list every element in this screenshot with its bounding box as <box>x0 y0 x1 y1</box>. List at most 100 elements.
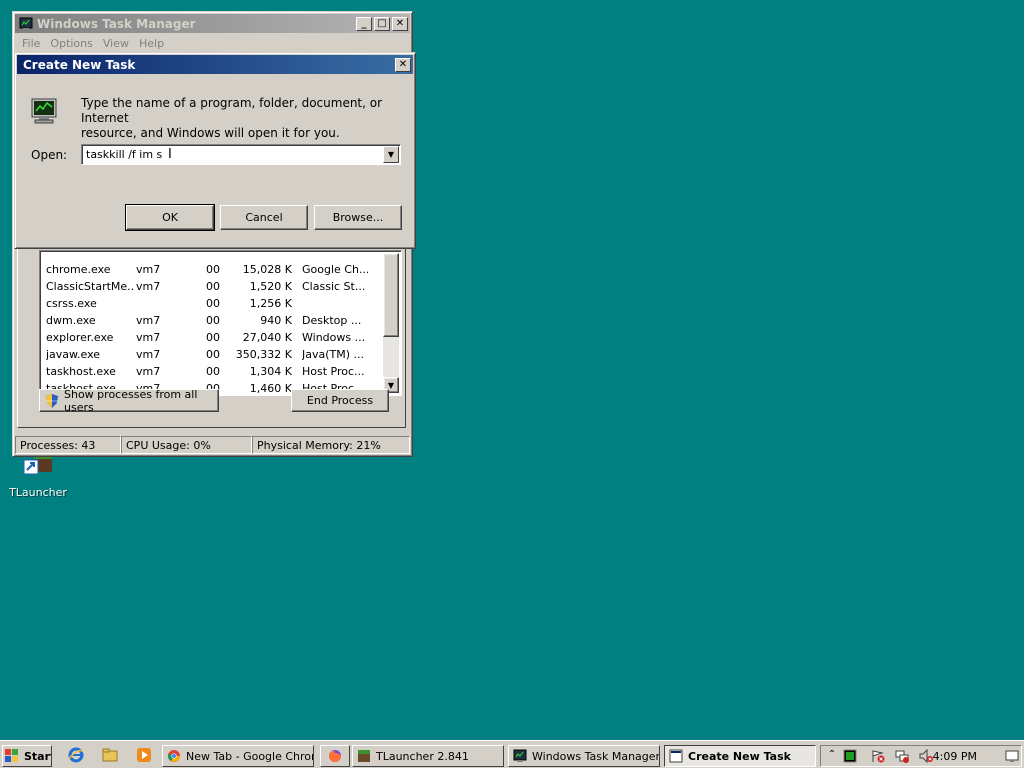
chrome-icon <box>167 749 181 763</box>
process-cpu: 00 <box>206 280 220 293</box>
tray-network-icon[interactable] <box>895 749 909 763</box>
taskbar-button-label: New Tab - Google Chrome <box>186 749 313 763</box>
process-cpu: 00 <box>206 348 220 361</box>
table-row[interactable]: taskhost.exe vm7 00 1,304 K Host Proc... <box>40 363 375 380</box>
process-name: chrome.exe <box>46 263 111 276</box>
table-row[interactable]: javaw.exe vm7 00 350,332 K Java(TM) ... <box>40 346 375 363</box>
process-list[interactable]: chrome.exe vm7 00 15,028 K Google Ch... … <box>39 250 402 396</box>
process-description: Google Ch... <box>302 263 368 276</box>
tray-show-desktop-icon[interactable] <box>1005 749 1019 763</box>
start-button[interactable]: Start <box>2 745 52 767</box>
taskbar-button-label: Windows Task Manager <box>532 749 660 763</box>
dialog-title: Create New Task <box>23 57 136 72</box>
maximize-button[interactable]: □ <box>374 16 390 31</box>
browse-button[interactable]: Browse... <box>314 205 402 230</box>
process-user: vm7 <box>136 314 161 327</box>
create-new-task-dialog[interactable]: Create New Task ✕ Type the name of a pro… <box>14 52 416 249</box>
system-tray: ⌃ 4:09 PM <box>820 745 1022 767</box>
process-list-scrollbar[interactable]: ▼ <box>383 253 399 393</box>
menu-options[interactable]: Options <box>45 37 97 50</box>
cancel-button[interactable]: Cancel <box>220 205 308 230</box>
menu-help[interactable]: Help <box>134 37 169 50</box>
open-combobox[interactable]: taskkill /f im s I ▼ <box>81 144 401 165</box>
process-name: taskhost.exe <box>46 365 116 378</box>
tray-cpu-meter-icon[interactable] <box>843 749 857 763</box>
taskbar-button-label: TLauncher 2.841 <box>376 749 469 763</box>
task-manager-icon <box>19 17 33 31</box>
end-process-label: End Process <box>306 394 374 407</box>
open-dropdown-arrow-icon[interactable]: ▼ <box>383 146 399 163</box>
process-cpu: 00 <box>206 331 220 344</box>
table-row[interactable]: explorer.exe vm7 00 27,040 K Windows ... <box>40 329 375 346</box>
table-row[interactable]: chrome.exe vm7 00 15,028 K Google Ch... <box>40 261 375 278</box>
tray-expand-icon[interactable]: ⌃ <box>825 749 839 763</box>
process-name: ClassicStartMe... <box>46 280 134 293</box>
process-memory: 940 K <box>260 314 292 327</box>
process-user: vm7 <box>136 331 161 344</box>
process-memory: 1,460 K <box>249 382 292 394</box>
media-player-icon[interactable] <box>136 747 152 763</box>
menu-file[interactable]: File <box>17 37 45 50</box>
internet-explorer-icon[interactable] <box>68 747 84 763</box>
task-manager-icon <box>513 749 527 763</box>
taskbar-button-firefox[interactable] <box>320 745 350 767</box>
taskbar-button-create-new-task[interactable]: Create New Task <box>664 745 816 767</box>
process-memory: 27,040 K <box>242 331 292 344</box>
process-memory: 1,304 K <box>249 365 292 378</box>
tray-action-center-icon[interactable] <box>871 749 885 763</box>
ok-label: OK <box>162 211 178 224</box>
process-cpu: 00 <box>206 365 220 378</box>
ok-button[interactable]: OK <box>125 204 215 231</box>
open-input-value[interactable]: taskkill /f im s <box>86 148 162 161</box>
menu-view[interactable]: View <box>98 37 134 50</box>
desktop-icon-tlauncher[interactable]: TLauncher <box>8 452 68 499</box>
show-all-processes-button[interactable]: Show processes from all users <box>39 388 219 414</box>
process-memory: 350,332 K <box>235 348 292 361</box>
process-user: vm7 <box>136 263 161 276</box>
start-label: Start <box>24 749 51 763</box>
desktop-icon-label: TLauncher <box>9 486 67 499</box>
status-physical-memory: Physical Memory: 21% <box>252 436 410 454</box>
dialog-message-line-2: resource, and Windows will open it for y… <box>81 126 340 140</box>
process-name: dwm.exe <box>46 314 96 327</box>
scrollbar-thumb[interactable] <box>383 253 399 337</box>
dialog-titlebar[interactable]: Create New Task ✕ <box>17 55 413 74</box>
process-description: Windows ... <box>302 331 366 344</box>
process-description: Desktop ... <box>302 314 362 327</box>
firefox-icon <box>328 749 342 763</box>
uac-shield-icon <box>44 393 60 409</box>
cancel-label: Cancel <box>245 211 283 224</box>
dialog-close-button[interactable]: ✕ <box>395 57 411 72</box>
process-memory: 1,256 K <box>249 297 292 310</box>
open-label: Open: <box>31 148 68 162</box>
taskbar-button-task-manager[interactable]: Windows Task Manager <box>508 745 660 767</box>
task-manager-titlebar[interactable]: Windows Task Manager _ □ ✕ <box>15 14 410 33</box>
run-program-icon <box>29 95 61 127</box>
browse-label: Browse... <box>332 211 384 224</box>
status-bar: Processes: 43 CPU Usage: 0% Physical Mem… <box>15 436 410 454</box>
close-button[interactable]: ✕ <box>392 16 408 31</box>
task-manager-title: Windows Task Manager <box>37 16 196 31</box>
folder-icon[interactable] <box>102 747 118 763</box>
end-process-button[interactable]: End Process <box>291 389 389 412</box>
process-user: vm7 <box>136 365 161 378</box>
process-description: Host Proc... <box>302 365 365 378</box>
process-cpu: 00 <box>206 263 220 276</box>
taskbar-clock[interactable]: 4:09 PM <box>933 750 977 763</box>
table-row[interactable]: ClassicStartMe... vm7 00 1,520 K Classic… <box>40 278 375 295</box>
taskbar-button-chrome[interactable]: New Tab - Google Chrome <box>162 745 314 767</box>
process-name: javaw.exe <box>46 348 101 361</box>
taskbar-button-tlauncher[interactable]: TLauncher 2.841 <box>352 745 504 767</box>
process-cpu: 00 <box>206 314 220 327</box>
table-row[interactable]: csrss.exe 00 1,256 K <box>40 295 375 312</box>
status-processes: Processes: 43 <box>15 436 121 454</box>
dialog-message-line-1: Type the name of a program, folder, docu… <box>81 96 383 125</box>
windows-logo-icon <box>5 749 19 763</box>
process-cpu: 00 <box>206 297 220 310</box>
taskbar: Start New Tab - Google Chrome TLauncher … <box>0 740 1024 768</box>
minimize-button[interactable]: _ <box>356 16 372 31</box>
tlauncher-icon <box>357 749 371 763</box>
process-user: vm7 <box>136 348 161 361</box>
tray-volume-icon[interactable] <box>919 748 933 764</box>
table-row[interactable]: dwm.exe vm7 00 940 K Desktop ... <box>40 312 375 329</box>
